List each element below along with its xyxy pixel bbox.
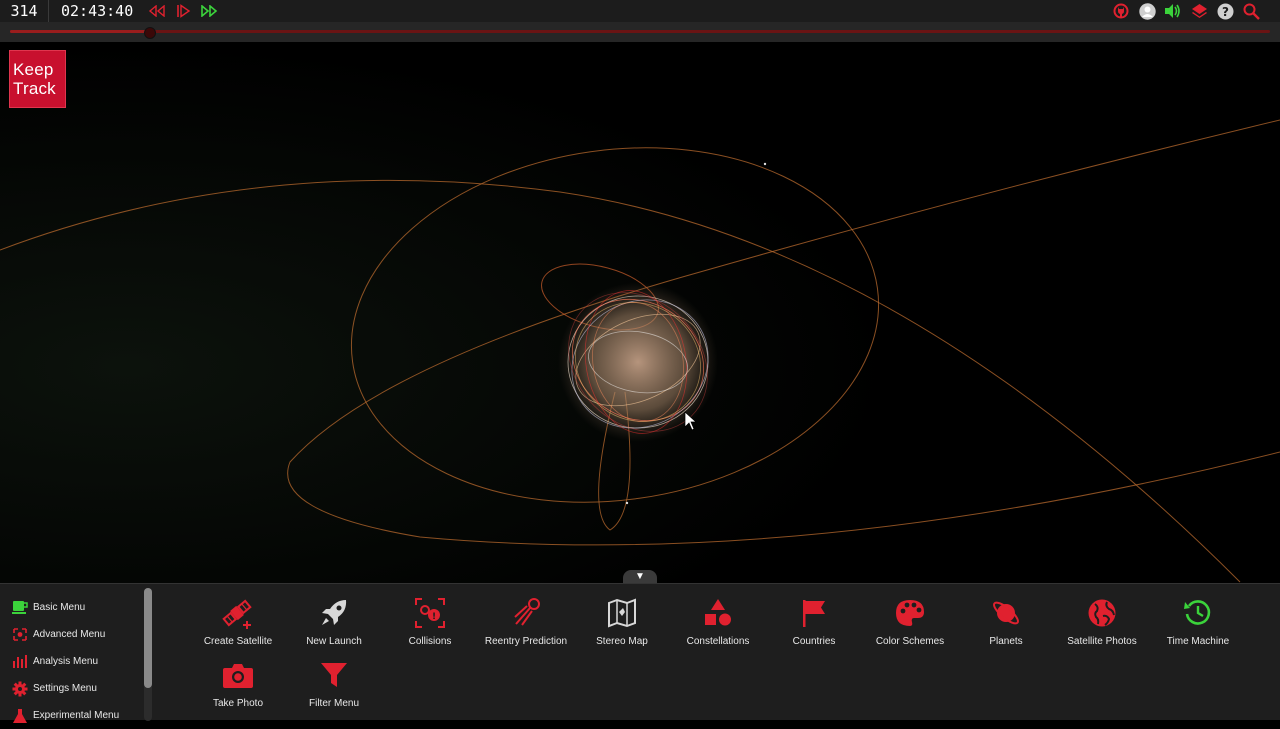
timeline-handle[interactable] xyxy=(143,27,156,39)
side-menu-label: Analysis Menu xyxy=(33,656,99,667)
help-icon: ? xyxy=(1217,3,1233,19)
play-pause-button[interactable] xyxy=(173,2,193,20)
tool-filter-menu[interactable]: Filter Menu xyxy=(286,658,382,714)
orbit-scene xyxy=(0,42,1280,583)
side-menu-basic[interactable]: Basic Menu xyxy=(0,594,154,621)
bar-chart-icon xyxy=(11,654,29,670)
day-of-year[interactable]: 314 xyxy=(0,0,49,22)
tool-label: Countries xyxy=(792,636,836,647)
flask-icon xyxy=(11,708,29,724)
tool-label: Time Machine xyxy=(1166,636,1230,647)
logo-line-2: Track xyxy=(13,79,56,98)
scrollbar-thumb[interactable] xyxy=(144,588,152,688)
tool-label: Filter Menu xyxy=(308,698,359,709)
side-menu-analysis[interactable]: Analysis Menu xyxy=(0,648,154,675)
top-right-icons: ? xyxy=(1112,0,1260,22)
tool-label: Reentry Prediction xyxy=(484,636,568,647)
user-icon xyxy=(1138,2,1156,20)
timeline-bar[interactable] xyxy=(0,22,1280,42)
keeptrack-logo[interactable]: Keep Track xyxy=(9,50,66,108)
reentry-icon xyxy=(506,596,546,630)
side-menu: Basic Menu Advanced Menu Analysis Menu S… xyxy=(0,584,154,723)
filter-icon xyxy=(314,658,354,692)
github-icon xyxy=(1113,3,1129,19)
orbit-viewport[interactable]: Keep Track xyxy=(0,42,1280,583)
tool-label: Satellite Photos xyxy=(1067,636,1137,647)
sound-button[interactable] xyxy=(1164,2,1182,20)
tool-label: Planets xyxy=(989,636,1023,647)
svg-text:!: ! xyxy=(432,612,436,622)
tool-collisions[interactable]: ! Collisions xyxy=(382,596,478,652)
tool-take-photo[interactable]: Take Photo xyxy=(190,658,286,714)
bottom-menu: Basic Menu Advanced Menu Analysis Menu S… xyxy=(0,583,1280,723)
layers-button[interactable] xyxy=(1190,2,1208,20)
globe-icon xyxy=(1082,596,1122,630)
tool-time-machine[interactable]: Time Machine xyxy=(1150,596,1246,652)
tool-reentry-prediction[interactable]: Reentry Prediction xyxy=(478,596,574,652)
search-icon xyxy=(1243,3,1260,20)
rewind-icon xyxy=(149,5,165,17)
tool-label: Create Satellite xyxy=(203,636,273,647)
user-button[interactable] xyxy=(1138,2,1156,20)
history-icon xyxy=(1178,596,1218,630)
github-button[interactable] xyxy=(1112,2,1130,20)
timeline-track[interactable] xyxy=(10,27,1270,39)
fast-forward-button[interactable] xyxy=(199,2,219,20)
side-menu-label: Basic Menu xyxy=(33,602,86,613)
side-menu-scrollbar[interactable] xyxy=(144,588,152,721)
drawer-toggle-button[interactable]: ▼ xyxy=(623,570,657,583)
tool-planets[interactable]: Planets xyxy=(958,596,1054,652)
chevron-down-icon: ▼ xyxy=(635,571,645,582)
tool-countries[interactable]: Countries xyxy=(766,596,862,652)
planet-icon xyxy=(986,596,1026,630)
shapes-icon xyxy=(698,596,738,630)
layers-icon xyxy=(1191,3,1207,18)
logo-line-1: Keep xyxy=(13,60,54,79)
tool-stereo-map[interactable]: Stereo Map xyxy=(574,596,670,652)
tool-label: Color Schemes xyxy=(875,636,945,647)
rocket-icon xyxy=(314,596,354,630)
help-button[interactable]: ? xyxy=(1216,2,1234,20)
tool-label: Constellations xyxy=(686,636,750,647)
satellite-dot[interactable] xyxy=(763,162,767,166)
tool-constellations[interactable]: Constellations xyxy=(670,596,766,652)
step-play-icon xyxy=(177,4,191,18)
search-button[interactable] xyxy=(1242,2,1260,20)
camera-icon xyxy=(218,658,258,692)
svg-text:?: ? xyxy=(1222,5,1229,19)
tool-color-schemes[interactable]: Color Schemes xyxy=(862,596,958,652)
simulation-clock[interactable]: 02:43:40 xyxy=(49,0,141,22)
map-icon xyxy=(602,596,642,630)
side-menu-advanced[interactable]: Advanced Menu xyxy=(0,621,154,648)
cup-icon xyxy=(11,600,29,616)
side-menu-settings[interactable]: Settings Menu xyxy=(0,675,154,702)
tool-create-satellite[interactable]: Create Satellite xyxy=(190,596,286,652)
side-menu-label: Advanced Menu xyxy=(33,629,106,640)
palette-icon xyxy=(890,596,930,630)
satellite-plus-icon xyxy=(218,596,258,630)
sound-icon xyxy=(1165,4,1180,18)
side-menu-label: Experimental Menu xyxy=(33,710,120,721)
satellite-dot[interactable] xyxy=(625,501,629,505)
top-bar: 314 02:43:40 ? xyxy=(0,0,1280,22)
tool-label: Stereo Map xyxy=(596,636,648,647)
fast-forward-icon xyxy=(201,5,218,17)
timeline-progress xyxy=(10,30,149,33)
tool-label: New Launch xyxy=(306,636,362,647)
tool-satellite-photos[interactable]: Satellite Photos xyxy=(1054,596,1150,652)
tool-label: Collisions xyxy=(408,636,452,647)
flag-icon xyxy=(794,596,834,630)
side-menu-experimental[interactable]: Experimental Menu xyxy=(0,702,154,729)
collision-icon: ! xyxy=(410,596,450,630)
advanced-icon xyxy=(11,627,29,643)
tool-new-launch[interactable]: New Launch xyxy=(286,596,382,652)
gear-icon xyxy=(11,681,29,697)
side-menu-label: Settings Menu xyxy=(33,683,97,694)
rewind-button[interactable] xyxy=(147,2,167,20)
time-controls xyxy=(147,2,219,20)
tool-label: Take Photo xyxy=(212,698,264,709)
